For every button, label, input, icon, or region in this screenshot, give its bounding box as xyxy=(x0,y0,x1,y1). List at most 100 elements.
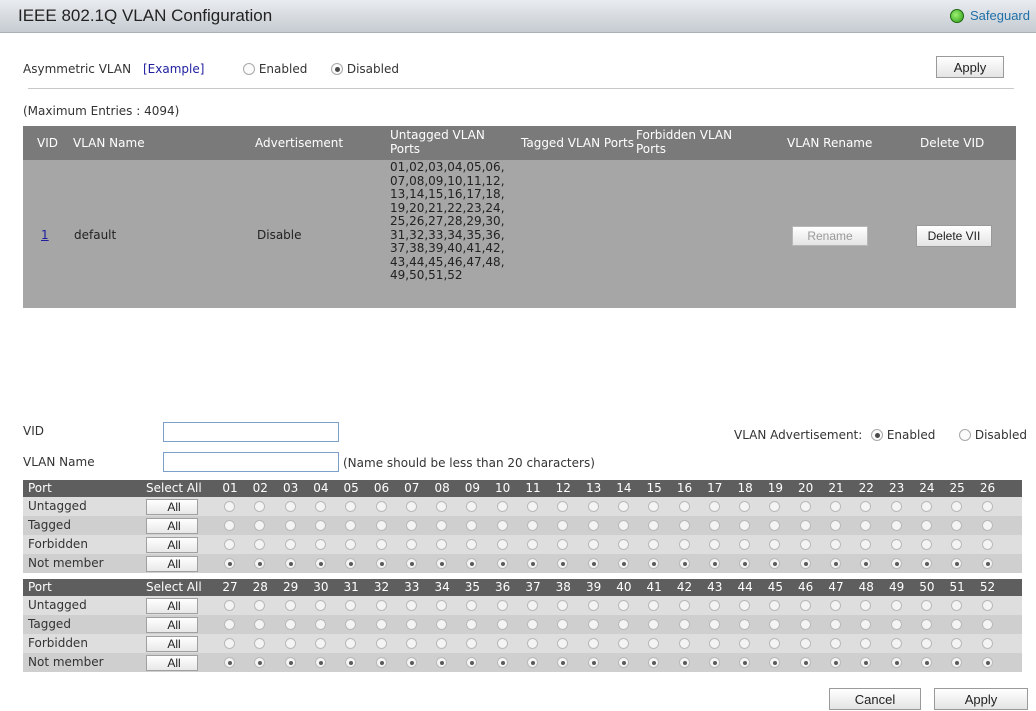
port-radio-tagged-29[interactable] xyxy=(284,619,296,630)
port-radio-not-member-40[interactable] xyxy=(617,657,629,668)
port-radio-tagged-18[interactable] xyxy=(739,520,751,531)
port-radio-untagged-22[interactable] xyxy=(860,501,872,512)
port-radio-forbidden-30[interactable] xyxy=(314,638,326,649)
port-radio-untagged-25[interactable] xyxy=(951,501,963,512)
apply-button[interactable]: Apply xyxy=(934,688,1028,710)
port-radio-tagged-15[interactable] xyxy=(648,520,660,531)
port-radio-forbidden-18[interactable] xyxy=(739,539,751,550)
asym-enabled-option[interactable]: Enabled xyxy=(243,62,307,76)
port-radio-not-member-48[interactable] xyxy=(860,657,872,668)
port-radio-not-member-43[interactable] xyxy=(708,657,720,668)
port-radio-untagged-31[interactable] xyxy=(345,600,357,611)
port-radio-forbidden-51[interactable] xyxy=(951,638,963,649)
port-radio-not-member-46[interactable] xyxy=(799,657,811,668)
port-radio-untagged-19[interactable] xyxy=(769,501,781,512)
port-radio-not-member-26[interactable] xyxy=(981,558,993,569)
port-radio-tagged-48[interactable] xyxy=(860,619,872,630)
port-radio-untagged-21[interactable] xyxy=(830,501,841,512)
port-radio-forbidden-03[interactable] xyxy=(284,539,296,550)
port-radio-tagged-46[interactable] xyxy=(799,619,811,630)
port-radio-forbidden-26[interactable] xyxy=(981,539,993,550)
port-radio-not-member-36[interactable] xyxy=(496,657,508,668)
port-radio-untagged-02[interactable] xyxy=(254,501,266,512)
select-all-tagged-button[interactable]: All xyxy=(146,518,198,534)
port-radio-not-member-04[interactable] xyxy=(314,558,326,569)
port-radio-tagged-39[interactable] xyxy=(587,619,599,630)
port-radio-untagged-33[interactable] xyxy=(405,600,417,611)
port-radio-forbidden-25[interactable] xyxy=(951,539,963,550)
port-radio-not-member-24[interactable] xyxy=(920,558,932,569)
vlan-name-input[interactable] xyxy=(163,452,339,472)
port-radio-untagged-11[interactable] xyxy=(527,501,538,512)
port-radio-not-member-41[interactable] xyxy=(648,657,660,668)
asym-disabled-radio[interactable] xyxy=(331,63,343,75)
port-radio-tagged-12[interactable] xyxy=(557,520,569,531)
select-all-not-member-button[interactable]: All xyxy=(146,556,198,572)
port-radio-not-member-14[interactable] xyxy=(617,558,629,569)
port-radio-forbidden-40[interactable] xyxy=(617,638,629,649)
port-radio-not-member-03[interactable] xyxy=(284,558,296,569)
port-radio-forbidden-07[interactable] xyxy=(405,539,417,550)
port-radio-tagged-47[interactable] xyxy=(830,619,841,630)
port-radio-not-member-34[interactable] xyxy=(436,657,448,668)
port-radio-tagged-42[interactable] xyxy=(678,619,690,630)
port-radio-untagged-38[interactable] xyxy=(557,600,569,611)
port-radio-tagged-04[interactable] xyxy=(314,520,326,531)
port-radio-tagged-43[interactable] xyxy=(708,619,720,630)
port-radio-not-member-10[interactable] xyxy=(496,558,508,569)
port-radio-untagged-39[interactable] xyxy=(587,600,599,611)
port-radio-tagged-38[interactable] xyxy=(557,619,569,630)
port-radio-untagged-16[interactable] xyxy=(678,501,690,512)
port-radio-forbidden-14[interactable] xyxy=(617,539,629,550)
adv-enabled-option[interactable]: Enabled xyxy=(871,428,935,442)
port-radio-untagged-04[interactable] xyxy=(314,501,326,512)
port-radio-forbidden-29[interactable] xyxy=(284,638,296,649)
port-radio-forbidden-41[interactable] xyxy=(648,638,660,649)
port-radio-untagged-42[interactable] xyxy=(678,600,690,611)
port-radio-tagged-06[interactable] xyxy=(375,520,387,531)
vid-input[interactable] xyxy=(163,422,339,442)
port-radio-forbidden-09[interactable] xyxy=(466,539,478,550)
port-radio-untagged-49[interactable] xyxy=(890,600,902,611)
port-radio-forbidden-38[interactable] xyxy=(557,638,569,649)
port-radio-forbidden-31[interactable] xyxy=(345,638,357,649)
port-radio-forbidden-49[interactable] xyxy=(890,638,902,649)
port-radio-tagged-08[interactable] xyxy=(436,520,448,531)
port-radio-not-member-29[interactable] xyxy=(284,657,296,668)
port-radio-untagged-40[interactable] xyxy=(617,600,629,611)
port-radio-untagged-50[interactable] xyxy=(920,600,932,611)
port-radio-tagged-40[interactable] xyxy=(617,619,629,630)
port-radio-not-member-44[interactable] xyxy=(739,657,751,668)
port-radio-not-member-07[interactable] xyxy=(405,558,417,569)
port-radio-forbidden-17[interactable] xyxy=(708,539,720,550)
port-radio-untagged-35[interactable] xyxy=(466,600,478,611)
port-radio-not-member-39[interactable] xyxy=(587,657,599,668)
port-radio-tagged-17[interactable] xyxy=(708,520,720,531)
port-radio-tagged-11[interactable] xyxy=(527,520,538,531)
port-radio-untagged-17[interactable] xyxy=(708,501,720,512)
port-radio-forbidden-10[interactable] xyxy=(496,539,508,550)
port-radio-forbidden-43[interactable] xyxy=(708,638,720,649)
port-radio-untagged-15[interactable] xyxy=(648,501,660,512)
port-radio-untagged-09[interactable] xyxy=(466,501,478,512)
port-radio-not-member-51[interactable] xyxy=(951,657,963,668)
port-radio-forbidden-08[interactable] xyxy=(436,539,448,550)
port-radio-untagged-13[interactable] xyxy=(587,501,599,512)
port-radio-untagged-37[interactable] xyxy=(527,600,538,611)
port-radio-forbidden-36[interactable] xyxy=(496,638,508,649)
port-radio-not-member-01[interactable] xyxy=(224,558,235,569)
port-radio-tagged-37[interactable] xyxy=(527,619,538,630)
port-radio-not-member-42[interactable] xyxy=(678,657,690,668)
port-radio-forbidden-01[interactable] xyxy=(224,539,235,550)
port-radio-untagged-36[interactable] xyxy=(496,600,508,611)
port-radio-not-member-15[interactable] xyxy=(648,558,660,569)
port-radio-forbidden-15[interactable] xyxy=(648,539,660,550)
port-radio-tagged-07[interactable] xyxy=(405,520,417,531)
port-radio-tagged-51[interactable] xyxy=(951,619,963,630)
port-radio-untagged-29[interactable] xyxy=(284,600,296,611)
port-radio-tagged-16[interactable] xyxy=(678,520,690,531)
port-radio-forbidden-02[interactable] xyxy=(254,539,266,550)
asym-disabled-option[interactable]: Disabled xyxy=(331,62,399,76)
port-radio-forbidden-04[interactable] xyxy=(314,539,326,550)
port-radio-tagged-41[interactable] xyxy=(648,619,660,630)
